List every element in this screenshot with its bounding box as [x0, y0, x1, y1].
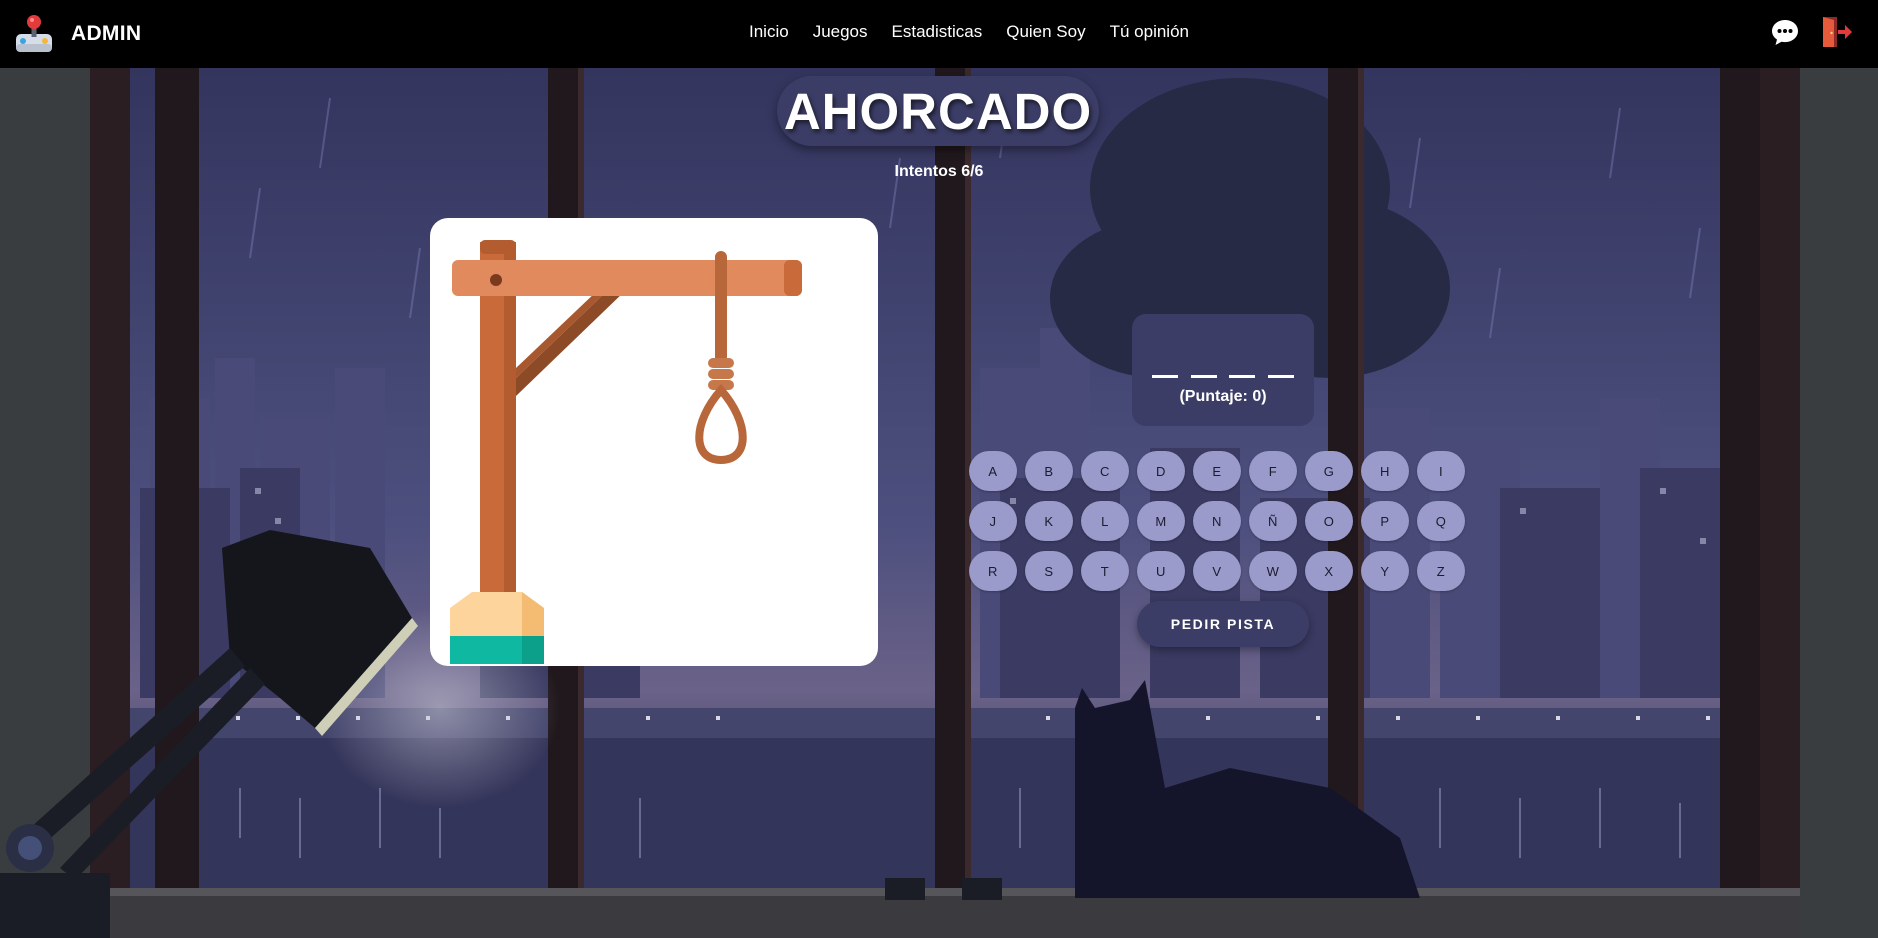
- key-b[interactable]: B: [1025, 451, 1073, 491]
- key-j[interactable]: J: [969, 501, 1017, 541]
- key-v[interactable]: V: [1193, 551, 1241, 591]
- keyboard-row: R S T U V W X Y Z: [969, 551, 1473, 591]
- joystick-icon: [16, 15, 52, 52]
- hangman-card: [430, 218, 878, 666]
- keyboard-row: J K L M N Ñ O P Q: [969, 501, 1473, 541]
- key-z[interactable]: Z: [1417, 551, 1465, 591]
- key-t[interactable]: T: [1081, 551, 1129, 591]
- key-a[interactable]: A: [969, 451, 1017, 491]
- letter-keyboard: A B C D E F G H I J K L M N Ñ O P Q R S …: [969, 451, 1473, 601]
- hint-button[interactable]: PEDIR PISTA: [1137, 601, 1309, 647]
- rainy-city-window-illustration: [0, 68, 1878, 938]
- game-title: AHORCADO: [783, 82, 1093, 140]
- key-u[interactable]: U: [1137, 551, 1185, 591]
- chat-bubble-icon[interactable]: [1770, 17, 1800, 47]
- key-f[interactable]: F: [1249, 451, 1297, 491]
- key-s[interactable]: S: [1025, 551, 1073, 591]
- key-y[interactable]: Y: [1361, 551, 1409, 591]
- key-x[interactable]: X: [1305, 551, 1353, 591]
- score-label: (Puntaje: 0): [1179, 388, 1267, 405]
- key-enie[interactable]: Ñ: [1249, 501, 1297, 541]
- gallows-icon: [450, 240, 802, 664]
- key-q[interactable]: Q: [1417, 501, 1465, 541]
- nav-link-inicio[interactable]: Inicio: [749, 22, 789, 42]
- key-i[interactable]: I: [1417, 451, 1465, 491]
- background-scene: [0, 68, 1878, 938]
- key-p[interactable]: P: [1361, 501, 1409, 541]
- nav-link-juegos[interactable]: Juegos: [813, 22, 868, 42]
- brand-name: ADMIN: [71, 22, 142, 45]
- key-h[interactable]: H: [1361, 451, 1409, 491]
- top-navbar: ADMIN Inicio Juegos Estadisticas Quien S…: [0, 0, 1878, 68]
- key-o[interactable]: O: [1305, 501, 1353, 541]
- nav-link-quien-soy[interactable]: Quien Soy: [1006, 22, 1085, 42]
- exit-door-icon[interactable]: [1820, 16, 1852, 48]
- letter-slot: [1190, 348, 1217, 378]
- hidden-word: [1152, 348, 1294, 378]
- key-e[interactable]: E: [1193, 451, 1241, 491]
- brand[interactable]: ADMIN: [14, 12, 141, 56]
- game-title-banner: AHORCADO: [777, 76, 1099, 146]
- key-l[interactable]: L: [1081, 501, 1129, 541]
- key-n[interactable]: N: [1193, 501, 1241, 541]
- key-k[interactable]: K: [1025, 501, 1073, 541]
- attempts-counter: Intentos 6/6: [894, 163, 984, 180]
- nav-link-estadisticas[interactable]: Estadisticas: [892, 22, 983, 42]
- nav-link-tu-opinion[interactable]: Tú opinión: [1110, 22, 1189, 42]
- key-d[interactable]: D: [1137, 451, 1185, 491]
- letter-slot: [1152, 348, 1178, 378]
- word-panel: (Puntaje: 0): [1132, 314, 1314, 426]
- key-m[interactable]: M: [1137, 501, 1185, 541]
- key-r[interactable]: R: [969, 551, 1017, 591]
- letter-slot: [1229, 348, 1256, 378]
- keyboard-row: A B C D E F G H I: [969, 451, 1473, 491]
- letter-slot: [1267, 348, 1294, 378]
- key-c[interactable]: C: [1081, 451, 1129, 491]
- nav-links: Inicio Juegos Estadisticas Quien Soy Tú …: [749, 22, 1189, 42]
- key-g[interactable]: G: [1305, 451, 1353, 491]
- key-w[interactable]: W: [1249, 551, 1297, 591]
- nav-icons: [1770, 16, 1852, 48]
